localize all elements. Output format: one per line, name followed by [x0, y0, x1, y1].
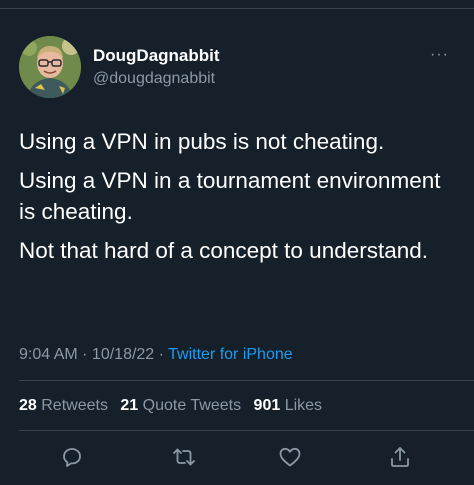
- reply-icon[interactable]: [58, 443, 86, 471]
- divider: [19, 430, 474, 431]
- quote-tweets-label: Quote Tweets: [142, 397, 242, 414]
- user-handle[interactable]: @dougdagnabbit: [93, 70, 215, 88]
- likes-stat[interactable]: 901 Likes: [254, 397, 323, 414]
- avatar[interactable]: [19, 36, 81, 98]
- avatar-photo: [19, 36, 81, 98]
- likes-label: Likes: [284, 397, 323, 414]
- quote-tweets-stat[interactable]: 21 Quote Tweets: [120, 397, 241, 414]
- quote-tweets-count: 21: [120, 397, 139, 414]
- top-divider: [0, 8, 474, 9]
- share-icon[interactable]: [386, 443, 414, 471]
- retweets-label: Retweets: [41, 397, 108, 414]
- likes-count: 901: [253, 397, 281, 414]
- more-options-icon[interactable]: ···: [430, 46, 458, 66]
- retweet-icon[interactable]: [170, 443, 198, 471]
- tweet-meta: 9:04 AM · 10/18/22 · Twitter for iPhone: [19, 346, 293, 364]
- tweet-paragraph: Using a VPN in pubs is not cheating.: [19, 129, 385, 154]
- tweet-text: Using a VPN in pubs is not cheating. Usi…: [19, 126, 459, 274]
- tweet-date: 10/18/22: [91, 346, 155, 363]
- display-name[interactable]: DougDagnabbit: [93, 46, 220, 66]
- meta-separator: ·: [154, 346, 169, 363]
- tweet-time: 9:04 AM: [19, 346, 78, 363]
- tweet-paragraph: Not that hard of a concept to understand…: [19, 238, 429, 263]
- tweet-detail-view: DougDagnabbit @dougdagnabbit ··· Using a…: [0, 0, 474, 485]
- engagement-stats: 28 Retweets 21 Quote Tweets 901 Likes: [19, 397, 322, 415]
- heart-icon[interactable]: [276, 443, 304, 471]
- retweets-stat[interactable]: 28 Retweets: [19, 397, 108, 414]
- tweet-source-link[interactable]: Twitter for iPhone: [168, 346, 293, 363]
- meta-separator: ·: [77, 346, 92, 363]
- tweet-paragraph: Using a VPN in a tournament environment …: [19, 168, 441, 224]
- retweets-count: 28: [19, 397, 37, 414]
- divider: [19, 380, 474, 381]
